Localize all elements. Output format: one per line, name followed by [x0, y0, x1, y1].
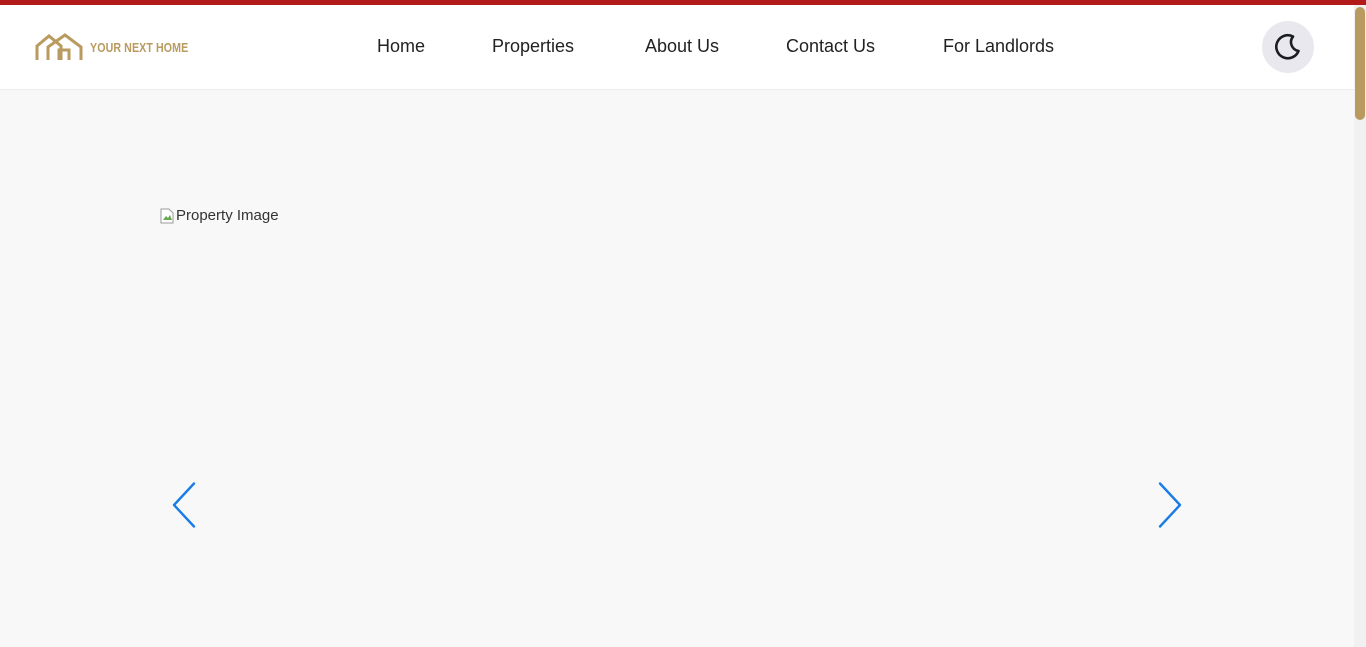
property-image: Property Image — [160, 207, 279, 224]
theme-toggle-button[interactable] — [1262, 21, 1314, 73]
carousel-prev-button[interactable] — [170, 482, 198, 528]
nav-item-for-landlords[interactable]: For Landlords — [943, 36, 1054, 57]
scrollbar-thumb[interactable] — [1355, 7, 1365, 120]
nav-item-home[interactable]: Home — [377, 36, 425, 57]
broken-image-icon — [160, 208, 174, 224]
nav-item-contact-us[interactable]: Contact Us — [786, 36, 875, 57]
page: YOUR NEXT HOME Home Properties About Us … — [0, 0, 1366, 647]
chevron-right-icon — [1158, 482, 1182, 528]
nav-item-properties[interactable]: Properties — [492, 36, 574, 57]
site-header: YOUR NEXT HOME Home Properties About Us … — [0, 5, 1354, 90]
moon-icon — [1275, 33, 1300, 60]
property-image-alt-text: Property Image — [176, 207, 279, 224]
nav-item-about-us[interactable]: About Us — [645, 36, 719, 57]
main-nav: Home Properties About Us Contact Us For … — [0, 5, 1354, 89]
carousel-next-button[interactable] — [1156, 482, 1184, 528]
page-scrollbar[interactable] — [1354, 5, 1366, 647]
chevron-left-icon — [172, 482, 196, 528]
